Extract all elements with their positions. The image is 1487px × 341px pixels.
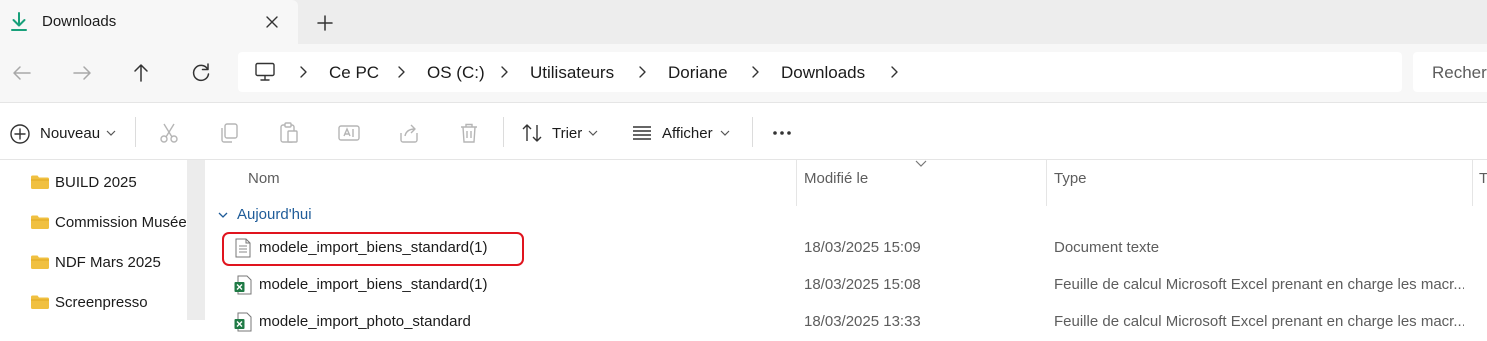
- separator: [135, 117, 136, 147]
- more-icon[interactable]: [770, 121, 794, 145]
- column-header-name[interactable]: Nom: [248, 170, 280, 187]
- sidebar-item-commission-musees[interactable]: Commission Musées: [0, 204, 187, 240]
- column-header-modified[interactable]: Modifié le: [804, 170, 868, 187]
- add-circle-icon: [10, 124, 30, 144]
- file-type: Document texte: [1054, 239, 1160, 256]
- delete-icon[interactable]: [457, 121, 481, 145]
- breadcrumb-item[interactable]: OS (C:): [427, 63, 485, 83]
- sidebar-item-label: BUILD 2025: [55, 174, 137, 191]
- column-divider[interactable]: [1046, 160, 1047, 206]
- column-divider[interactable]: [1472, 160, 1473, 206]
- tab-bar: Downloads: [0, 0, 1487, 44]
- separator: [503, 117, 504, 147]
- column-divider[interactable]: [796, 160, 797, 206]
- copy-icon[interactable]: [217, 121, 241, 145]
- cut-icon[interactable]: [157, 121, 181, 145]
- breadcrumb-item[interactable]: Downloads: [781, 63, 865, 83]
- chevron-down-icon: [218, 212, 228, 218]
- plus-icon[interactable]: [314, 12, 336, 34]
- file-type: Feuille de calcul Microsoft Excel prenan…: [1054, 276, 1464, 293]
- sort-label: Trier: [552, 125, 583, 142]
- sidebar-item-screenpresso[interactable]: Screenpresso: [0, 284, 187, 320]
- arrow-left-icon[interactable]: [7, 58, 37, 88]
- paste-icon[interactable]: [277, 121, 301, 145]
- file-name: modele_import_biens_standard(1): [259, 276, 488, 293]
- sidebar-item-label: Screenpresso: [55, 294, 148, 311]
- breadcrumb-item[interactable]: Utilisateurs: [530, 63, 614, 83]
- excel-file-icon: [234, 275, 252, 295]
- file-list: Nom Modifié le Type Ta Aujourd'hui model…: [206, 160, 1487, 332]
- breadcrumb-item[interactable]: Ce PC: [329, 63, 379, 83]
- arrow-right-icon[interactable]: [67, 58, 97, 88]
- chevron-right-icon[interactable]: [394, 64, 408, 80]
- share-icon[interactable]: [397, 121, 421, 145]
- tab-title: Downloads: [42, 13, 117, 30]
- rename-icon[interactable]: [337, 121, 361, 145]
- search-placeholder: Recherc: [1432, 63, 1487, 82]
- new-label: Nouveau: [40, 125, 101, 142]
- separator: [752, 117, 753, 147]
- chevron-down-icon: [588, 130, 598, 136]
- column-header-type[interactable]: Type: [1054, 170, 1087, 187]
- chevron-right-icon[interactable]: [748, 64, 762, 80]
- sort-button[interactable]: Trier: [512, 103, 608, 161]
- refresh-icon[interactable]: [186, 58, 216, 88]
- breadcrumb-item[interactable]: Doriane: [668, 63, 728, 83]
- sidebar-item-ndf-mars-2025[interactable]: NDF Mars 2025: [0, 244, 187, 280]
- sort-icon: [522, 124, 542, 142]
- highlight-annotation: [222, 232, 524, 266]
- computer-icon[interactable]: [254, 62, 276, 82]
- arrow-up-icon[interactable]: [126, 58, 156, 88]
- chevron-down-icon: [720, 130, 730, 136]
- navigation-pane: BUILD 2025 Commission Musées NDF Mars 20…: [0, 160, 187, 320]
- chevron-down-icon: [106, 130, 116, 136]
- sidebar-item-label: Commission Musées: [55, 214, 187, 231]
- command-bar: Nouveau Trier Afficher: [0, 102, 1487, 160]
- file-type: Feuille de calcul Microsoft Excel prenan…: [1054, 313, 1464, 330]
- chevron-right-icon[interactable]: [635, 64, 649, 80]
- chevron-right-icon[interactable]: [497, 64, 511, 80]
- excel-file-icon: [234, 312, 252, 332]
- table-row[interactable]: modele_import_biens_standard(1) 18/03/20…: [206, 267, 1487, 304]
- view-list-icon: [633, 126, 651, 140]
- folder-icon: [31, 175, 49, 189]
- folder-icon: [31, 255, 49, 269]
- file-modified: 18/03/2025 15:09: [804, 239, 921, 256]
- folder-icon: [31, 215, 49, 229]
- address-row: Ce PC OS (C:) Utilisateurs Doriane Downl…: [0, 44, 1487, 102]
- search-input[interactable]: Recherc: [1413, 52, 1487, 92]
- file-modified: 18/03/2025 15:08: [804, 276, 921, 293]
- table-row[interactable]: modele_import_photo_standard 18/03/2025 …: [206, 304, 1487, 341]
- chevron-right-icon[interactable]: [296, 64, 310, 80]
- column-header-size[interactable]: Ta: [1479, 170, 1487, 187]
- sidebar-scrollbar[interactable]: [187, 160, 205, 320]
- view-label: Afficher: [662, 125, 713, 142]
- sort-descending-icon: [915, 160, 927, 167]
- download-icon: [11, 12, 27, 31]
- file-name: modele_import_photo_standard: [259, 313, 471, 330]
- file-modified: 18/03/2025 13:33: [804, 313, 921, 330]
- group-label: Aujourd'hui: [237, 206, 312, 223]
- close-icon[interactable]: [262, 12, 282, 32]
- chevron-right-icon[interactable]: [887, 64, 901, 80]
- sidebar-item-label: NDF Mars 2025: [55, 254, 161, 271]
- sidebar-item-build-2025[interactable]: BUILD 2025: [0, 164, 187, 200]
- view-button[interactable]: Afficher: [622, 103, 740, 161]
- address-bar[interactable]: Ce PC OS (C:) Utilisateurs Doriane Downl…: [238, 52, 1402, 92]
- tab-downloads[interactable]: Downloads: [0, 0, 298, 44]
- folder-icon: [31, 295, 49, 309]
- new-button[interactable]: Nouveau: [0, 103, 128, 161]
- group-header-today[interactable]: Aujourd'hui: [218, 206, 418, 228]
